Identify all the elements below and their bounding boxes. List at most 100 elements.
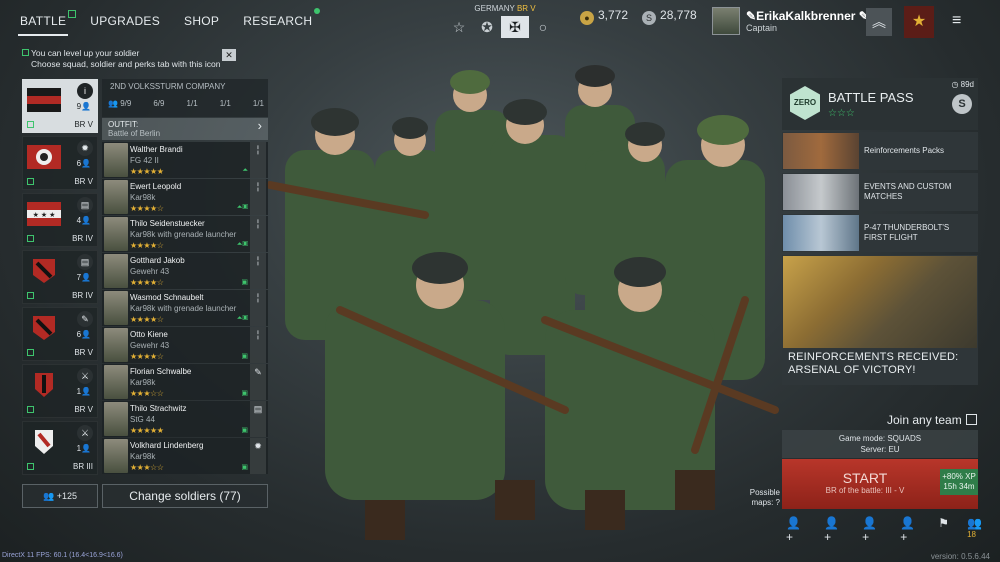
- soldier-weapon: FG 42 II: [130, 156, 159, 165]
- circle-icon[interactable]: ○: [529, 16, 557, 38]
- possible-maps[interactable]: Possible maps: ?: [740, 488, 780, 508]
- stat-grenadier: 1/1: [187, 99, 198, 108]
- squad-flag-icon: [27, 145, 61, 169]
- star-outline-icon[interactable]: ☆: [445, 16, 473, 38]
- soldier-row[interactable]: Wasmod Schnaubelt Kar98k with grenade lau…: [102, 290, 268, 326]
- promo-title: EVENTS AND CUSTOM MATCHES: [864, 182, 952, 201]
- squad-br: BR IV: [72, 234, 93, 243]
- friends-count: 18: [967, 530, 976, 539]
- player-name-text: ErikaKalkbrenner: [756, 9, 856, 23]
- soldier-name: Florian Schwalbe: [130, 367, 192, 376]
- soldier-name: Ewert Leopold: [130, 182, 182, 191]
- change-soldiers-button[interactable]: Change soldiers (77): [102, 484, 268, 508]
- squad-br: BR V: [74, 120, 93, 129]
- star-badge-icon[interactable]: ★: [904, 6, 934, 38]
- stat-riflemen: 6/9: [153, 99, 164, 108]
- squad-item[interactable]: ✹ 6👤 BR V: [22, 136, 98, 190]
- grenade-icon: ✹: [250, 438, 266, 474]
- soldier-weapon: Kar98k with grenade launcher: [130, 230, 237, 239]
- start-button[interactable]: START BR of the battle: III - V +80% XP 1…: [782, 459, 978, 509]
- green-square-icon: [27, 463, 34, 470]
- invite-count: +125: [56, 491, 77, 501]
- soldier-name: Volkhard Lindenberg: [130, 441, 204, 450]
- player-profile[interactable]: ✎ErikaKalkbrenner ✎ Captain: [712, 7, 869, 35]
- add-player-icon[interactable]: 👤+: [786, 516, 806, 544]
- promo-image: [783, 174, 859, 210]
- class-icon: ╎: [250, 179, 266, 215]
- german-cross-icon[interactable]: ✠: [501, 16, 529, 38]
- soldier-portrait: [104, 254, 128, 288]
- tab-research[interactable]: RESEARCH: [241, 8, 321, 36]
- tab-battle[interactable]: BATTLE: [18, 8, 77, 36]
- soldier-rating: ★★★★☆: [130, 315, 164, 324]
- soldier-name: Thilo Seidenstuecker: [130, 219, 205, 228]
- maps-line-2: maps:: [751, 498, 774, 507]
- stat-soldiers: 👥 9/9: [108, 99, 132, 108]
- xp-boost: +80% XP: [942, 472, 976, 481]
- game-mode-selector[interactable]: Game mode: SQUADS Server: EU: [782, 430, 978, 458]
- nation-br: BR V: [516, 4, 536, 13]
- nation-name: GERMANY: [474, 4, 515, 13]
- class-icon: ╎: [250, 253, 266, 289]
- stat-riflemen-value: 6/9: [153, 99, 165, 108]
- squad-item[interactable]: i 9👤 BR V: [22, 79, 98, 133]
- add-player-icon[interactable]: 👤+: [862, 516, 882, 544]
- grenade-icon: ✹: [77, 140, 93, 156]
- hamburger-menu-icon[interactable]: ≡: [952, 12, 961, 30]
- invite-friends-button[interactable]: 👥 +125: [22, 484, 98, 508]
- green-square-icon: [27, 349, 34, 356]
- squad-count-value: 6: [76, 159, 82, 168]
- radio-icon: ▤: [77, 197, 93, 213]
- squad-flag-icon: [27, 88, 61, 112]
- tab-shop[interactable]: SHOP: [182, 8, 221, 36]
- join-any-team-checkbox[interactable]: [966, 414, 977, 425]
- class-icon: ╎: [250, 290, 266, 326]
- class-icon: ╎: [250, 327, 266, 363]
- upgrade-icon: ▣: [241, 390, 248, 397]
- soldier-row[interactable]: Thilo Strachwitz StG 44 ★★★★★ ▣ ▤: [102, 401, 268, 437]
- soldier-rating: ★★★☆☆: [130, 389, 164, 398]
- squad-item[interactable]: ★ ★ ★ ▤ 4👤 BR IV: [22, 193, 98, 247]
- main-nav: BATTLE UPGRADES SHOP RESEARCH: [18, 8, 321, 36]
- squad-item[interactable]: ▤ 7👤 BR IV: [22, 250, 98, 304]
- soldier-row[interactable]: Thilo Seidenstuecker Kar98k with grenade …: [102, 216, 268, 252]
- upgrade-arrow-icon: ⏶: [242, 167, 248, 174]
- rank-chevron-icon[interactable]: ︽: [866, 8, 892, 36]
- upgrade-icon: ▣: [241, 279, 248, 286]
- squad-br: BR IV: [72, 291, 93, 300]
- soldier-row[interactable]: Gotthard Jakob Gewehr 43 ★★★★☆ ▣ ╎: [102, 253, 268, 289]
- wrench-icon: ✎: [250, 364, 266, 400]
- soldier-portrait: [104, 365, 128, 399]
- squad-flag-icon: ★ ★ ★: [27, 202, 61, 226]
- gold-balance[interactable]: ● 3,772: [580, 8, 628, 25]
- server: Server: EU: [860, 445, 900, 454]
- add-player-icon[interactable]: 👤+: [900, 516, 920, 544]
- radio-icon: ▤: [77, 254, 93, 270]
- tab-battle-label: BATTLE: [20, 14, 67, 28]
- close-icon[interactable]: ✕: [222, 49, 236, 61]
- soldier-row[interactable]: Volkhard Lindenberg Kar98k ★★★☆☆ ▣ ✹: [102, 438, 268, 474]
- soldier-list: Walther Brandi FG 42 II ★★★★★ ⏶ ╎ Ewert Leop…: [102, 142, 268, 475]
- new-indicator: [68, 10, 77, 18]
- promo-reinforcements[interactable]: Reinforcements Packs: [782, 132, 978, 170]
- soldier-row[interactable]: Otto Kiene Gewehr 43 ★★★★☆ ▣ ╎: [102, 327, 268, 363]
- flag-icon[interactable]: ⚑: [938, 516, 949, 544]
- tab-upgrades[interactable]: UPGRADES: [88, 8, 162, 36]
- battle-pass-banner[interactable]: ZERO BATTLE PASS ☆☆☆ ◷ 89d S: [782, 78, 978, 130]
- squad-item[interactable]: ⚔ 1👤 BR III: [22, 421, 98, 475]
- soldier-row[interactable]: Ewert Leopold Kar98k ★★★★☆ ⏶▣ ╎: [102, 179, 268, 215]
- promo-arsenal-of-victory[interactable]: REINFORCEMENTS RECEIVED: ARSENAL OF VICTO…: [782, 255, 978, 385]
- squad-item[interactable]: ✎ 6👤 BR V: [22, 307, 98, 361]
- add-player-icon[interactable]: 👤+: [824, 516, 844, 544]
- star-circle-icon[interactable]: ✪: [473, 16, 501, 38]
- promo-p47[interactable]: P-47 THUNDERBOLT'S FIRST FLIGHT: [782, 214, 978, 252]
- nation-label: GERMANY BR V: [450, 4, 560, 13]
- silver-balance[interactable]: S 28,778: [642, 8, 697, 25]
- promo-events[interactable]: EVENTS AND CUSTOM MATCHES: [782, 173, 978, 211]
- stat-soldiers-value: 9/9: [120, 99, 132, 108]
- soldier-row[interactable]: Florian Schwalbe Kar98k ★★★☆☆ ▣ ✎: [102, 364, 268, 400]
- soldier-row[interactable]: Walther Brandi FG 42 II ★★★★★ ⏶ ╎: [102, 142, 268, 178]
- tab-research-label: RESEARCH: [243, 14, 313, 28]
- outfit-selector[interactable]: OUTFIT: Battle of Berlin ›: [102, 118, 268, 140]
- squad-item[interactable]: ⚔ 1👤 BR V: [22, 364, 98, 418]
